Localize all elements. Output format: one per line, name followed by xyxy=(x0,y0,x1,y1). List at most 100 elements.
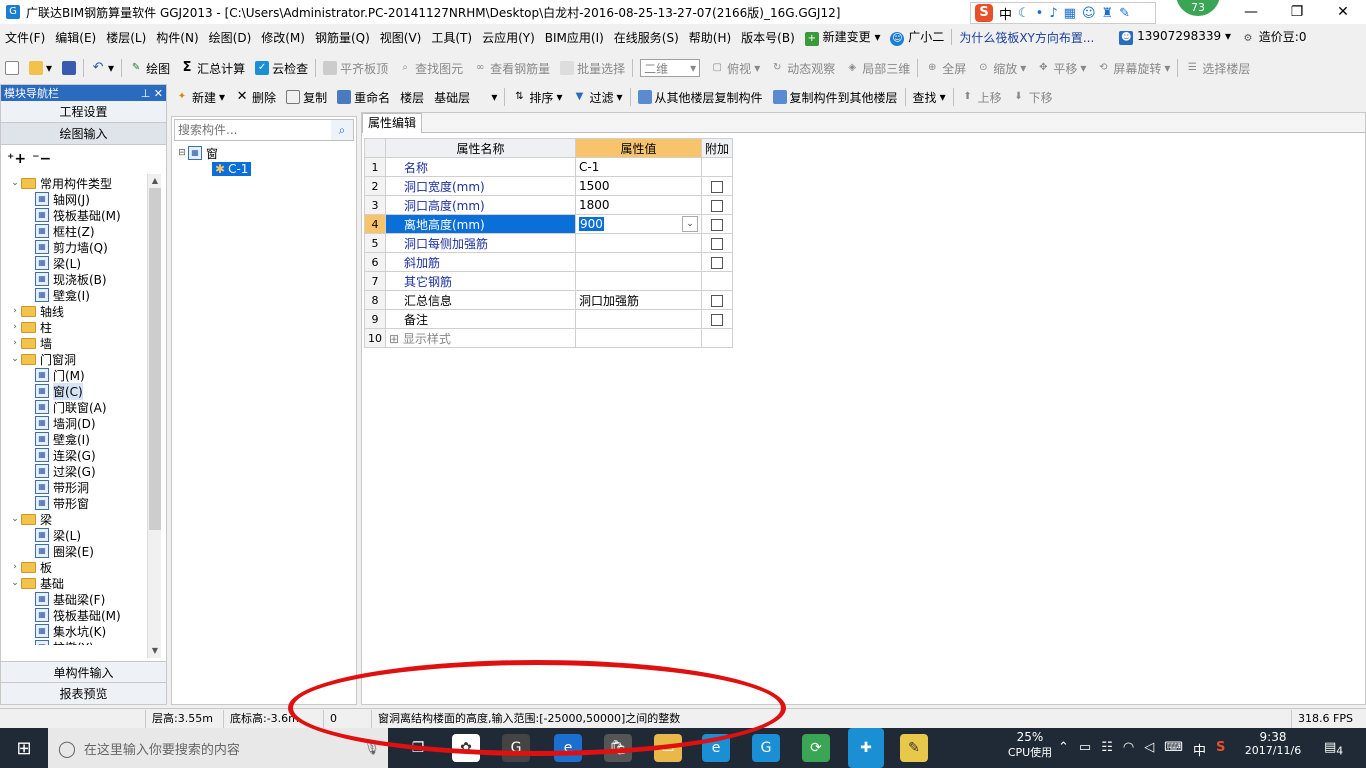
property-row[interactable]: 3 洞口高度(mm) 1800 xyxy=(364,195,734,215)
maximize-icon[interactable]: ❐ xyxy=(1274,0,1320,24)
tree-folder[interactable]: › 墙 xyxy=(1,335,149,351)
keyboard-icon[interactable]: ⌨ xyxy=(1164,740,1183,759)
tree-item[interactable]: ▦ 门联窗(A) xyxy=(1,399,149,415)
row-number[interactable]: 6 xyxy=(364,252,386,272)
extra-checkbox[interactable] xyxy=(711,256,723,269)
property-row[interactable]: 7 其它钢筋 xyxy=(364,271,734,291)
row-number[interactable]: 7 xyxy=(364,271,386,291)
new-file-button[interactable] xyxy=(0,57,24,79)
delete-button[interactable]: ✕ 删除 xyxy=(230,86,281,108)
tree-item[interactable]: ▦ 基础梁(F) xyxy=(1,591,149,607)
tree-item[interactable]: ▦ 带形洞 xyxy=(1,479,149,495)
tree-folder[interactable]: › 轴线 xyxy=(1,303,149,319)
nav-project-settings[interactable]: 工程设置 xyxy=(1,101,166,123)
select-floor-button[interactable]: ☰ 选择楼层 xyxy=(1180,57,1255,79)
extra-checkbox[interactable] xyxy=(711,218,723,231)
extra-checkbox[interactable] xyxy=(711,313,723,326)
chevron-right-icon[interactable]: › xyxy=(9,338,21,348)
moon-icon[interactable]: ☾ xyxy=(1018,6,1030,21)
mic-icon[interactable]: ♪ xyxy=(1049,6,1057,21)
property-name[interactable]: 汇总信息 xyxy=(385,290,576,310)
tree-item[interactable]: ▦ 圈梁(E) xyxy=(1,543,149,559)
floor-select[interactable]: 基础层 ▾ xyxy=(429,86,502,108)
row-number[interactable]: 3 xyxy=(364,195,386,215)
copy-to-floor-button[interactable]: 复制构件到其他楼层 xyxy=(768,86,903,108)
row-number[interactable]: 2 xyxy=(364,176,386,196)
scroll-up-icon[interactable]: ▲ xyxy=(148,174,162,188)
sum-button[interactable]: Σ 汇总计算 xyxy=(175,57,250,79)
open-button[interactable]: ▾ xyxy=(24,57,57,79)
property-value[interactable] xyxy=(575,233,702,253)
menu-item[interactable]: 云应用(Y) xyxy=(477,29,540,46)
notification-icon[interactable]: ▤4 xyxy=(1324,740,1343,758)
menu-item[interactable]: 在线服务(S) xyxy=(609,29,684,46)
extra-checkbox[interactable] xyxy=(711,294,723,307)
zoom-button[interactable]: ⊙ 缩放 ▾ xyxy=(971,57,1031,79)
cloud-check-button[interactable]: ✓ 云检查 xyxy=(250,57,313,79)
tree-item[interactable]: ▦ 门(M) xyxy=(1,367,149,383)
property-name[interactable]: 洞口每侧加强筋 xyxy=(385,233,576,253)
row-number[interactable]: 9 xyxy=(364,309,386,329)
bean-counter[interactable]: ⚙ 造价豆:0 xyxy=(1236,28,1312,46)
notes-app-icon[interactable]: ✎ xyxy=(900,734,928,762)
tree-item-c1[interactable]: ✱ C-1 xyxy=(172,161,356,177)
chevron-down-icon[interactable]: ⌄ xyxy=(9,514,21,524)
row-number[interactable]: 8 xyxy=(364,290,386,310)
scroll-down-icon[interactable]: ▼ xyxy=(148,644,162,658)
row-number[interactable]: 5 xyxy=(364,233,386,253)
tree-folder[interactable]: ⌄ 常用构件类型 xyxy=(1,175,149,191)
wrench-icon[interactable]: ✎ xyxy=(1119,6,1130,21)
tree-item[interactable]: ▦ 梁(L) xyxy=(1,255,149,271)
windows-start-icon[interactable]: ⊞ xyxy=(0,738,48,759)
rotate-button[interactable]: ⟲ 屏幕旋转 ▾ xyxy=(1091,57,1175,79)
filter-button[interactable]: ▼ 过滤 ▾ xyxy=(567,86,627,108)
chevron-right-icon[interactable]: › xyxy=(9,322,21,332)
ime-indicator[interactable]: 中 xyxy=(1193,740,1206,759)
property-name[interactable]: 离地高度(mm) xyxy=(385,214,576,234)
tree-item[interactable]: ▦ 现浇板(B) xyxy=(1,271,149,287)
search-icon[interactable]: ⌕ xyxy=(331,120,353,140)
tree-folder[interactable]: › 柱 xyxy=(1,319,149,335)
search-input[interactable] xyxy=(175,123,325,137)
expand-icon[interactable]: ⊞ xyxy=(389,332,403,346)
menu-item[interactable]: 编辑(E) xyxy=(50,29,101,46)
ggj-app-icon[interactable]: ✚ xyxy=(848,728,884,768)
pin-icon[interactable]: ⊥ xyxy=(141,87,151,100)
value-editor[interactable]: 900 ⌄ xyxy=(579,216,698,232)
menu-item[interactable]: BIM应用(I) xyxy=(540,29,609,46)
extra-checkbox[interactable] xyxy=(711,237,723,250)
property-value[interactable]: 1500 xyxy=(575,176,702,196)
property-name[interactable]: 洞口高度(mm) xyxy=(385,195,576,215)
property-value[interactable]: 1800 xyxy=(575,195,702,215)
clock-time[interactable]: 9:38 xyxy=(1238,730,1308,744)
nav-drawing-input[interactable]: 绘图输入 xyxy=(1,123,166,145)
tree-item[interactable]: ▦ 筏板基础(M) xyxy=(1,207,149,223)
tree-folder[interactable]: ⌄ 梁 xyxy=(1,511,149,527)
clock-date[interactable]: 2017/11/6 xyxy=(1238,744,1308,757)
shirt-icon[interactable]: ♜ xyxy=(1102,6,1114,21)
row-number[interactable]: 10 xyxy=(364,328,386,348)
property-name[interactable]: 备注 xyxy=(385,309,576,329)
property-row[interactable]: 10 ⊞ 显示样式 xyxy=(364,328,734,348)
move-up-button[interactable]: ⬆ 上移 xyxy=(956,86,1007,108)
sync-app-icon[interactable]: ⟳ xyxy=(802,734,830,762)
glodon-icon[interactable]: G xyxy=(752,734,780,762)
keyboard-icon[interactable]: ▦ xyxy=(1064,6,1076,21)
pan-button[interactable]: ✥ 平移 ▾ xyxy=(1031,57,1091,79)
property-name[interactable]: ⊞ 显示样式 xyxy=(385,328,576,348)
chevron-right-icon[interactable]: › xyxy=(9,306,21,316)
tree-item[interactable]: ▦ 壁龛(I) xyxy=(1,287,149,303)
tree-item[interactable]: ▦ 带形窗 xyxy=(1,495,149,511)
sogou-icon[interactable]: S xyxy=(975,4,993,22)
chevron-down-icon[interactable]: ⌄ xyxy=(682,216,698,232)
nav-report-preview[interactable]: 报表预览 xyxy=(1,683,166,705)
chevron-up-icon[interactable]: ⌃ xyxy=(1058,740,1069,759)
property-name[interactable]: 斜加筋 xyxy=(385,252,576,272)
tree-item[interactable]: ▦ 过梁(G) xyxy=(1,463,149,479)
tree-root-window[interactable]: ⊟ ▦ 窗 xyxy=(172,145,356,161)
copy-from-floor-button[interactable]: 从其他楼层复制构件 xyxy=(633,86,768,108)
view-rebar-button[interactable]: ∞ 查看钢筋量 xyxy=(468,57,555,79)
selected-item[interactable]: ✱ C-1 xyxy=(212,162,252,176)
save-button[interactable] xyxy=(57,57,81,79)
batch-select-button[interactable]: 批量选择 xyxy=(555,57,630,79)
